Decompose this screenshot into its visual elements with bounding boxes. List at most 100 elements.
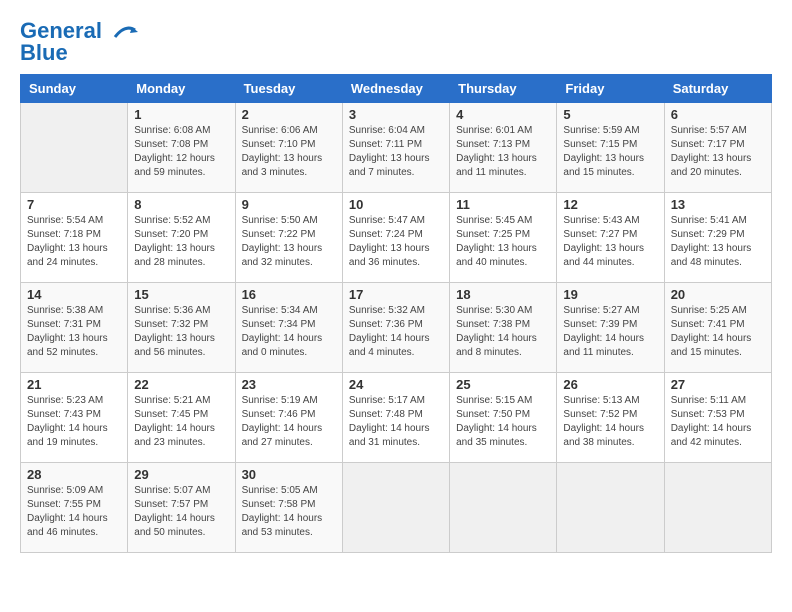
- day-number: 18: [456, 287, 550, 302]
- calendar-table: SundayMondayTuesdayWednesdayThursdayFrid…: [20, 74, 772, 553]
- day-number: 11: [456, 197, 550, 212]
- day-number: 9: [242, 197, 336, 212]
- day-info: Sunrise: 5:50 AM Sunset: 7:22 PM Dayligh…: [242, 214, 336, 270]
- calendar-cell: 15 Sunrise: 5:36 AM Sunset: 7:32 PM Dayli…: [128, 283, 235, 373]
- day-info: Sunrise: 5:45 AM Sunset: 7:25 PM Dayligh…: [456, 214, 550, 270]
- page-header: General Blue: [20, 20, 772, 64]
- calendar-cell: 16Sunrise: 5:34 AM Sunset: 7:34 PM Dayli…: [235, 283, 342, 373]
- calendar-cell: [450, 463, 557, 553]
- day-info: Sunrise: 5:25 AM Sunset: 7:41 PM Dayligh…: [671, 304, 765, 360]
- day-info: Sunrise: 5:13 AM Sunset: 7:52 PM Dayligh…: [563, 394, 657, 450]
- day-number: 17: [349, 287, 443, 302]
- logo-blue: Blue: [20, 40, 68, 65]
- day-number: 19: [563, 287, 657, 302]
- day-number: 15: [134, 287, 228, 302]
- day-number: 29: [134, 467, 228, 482]
- day-number: 28: [27, 467, 121, 482]
- calendar-cell: 7 Sunrise: 5:54 AM Sunset: 7:18 PM Daylig…: [21, 193, 128, 283]
- day-number: 27: [671, 377, 765, 392]
- day-info: Sunrise: 6:01 AM Sunset: 7:13 PM Dayligh…: [456, 124, 550, 180]
- calendar-cell: 29 Sunrise: 5:07 AM Sunset: 7:57 PM Dayli…: [128, 463, 235, 553]
- calendar-cell: 19 Sunrise: 5:27 AM Sunset: 7:39 PM Dayli…: [557, 283, 664, 373]
- day-info: Sunrise: 5:21 AM Sunset: 7:45 PM Dayligh…: [134, 394, 228, 450]
- day-info: Sunrise: 5:19 AM Sunset: 7:46 PM Dayligh…: [242, 394, 336, 450]
- calendar-cell: 3Sunrise: 6:04 AM Sunset: 7:11 PM Daylig…: [342, 103, 449, 193]
- calendar-cell: 6 Sunrise: 5:57 AM Sunset: 7:17 PM Daylig…: [664, 103, 771, 193]
- calendar-cell: 5 Sunrise: 5:59 AM Sunset: 7:15 PM Daylig…: [557, 103, 664, 193]
- day-number: 3: [349, 107, 443, 122]
- day-header-sunday: Sunday: [21, 75, 128, 103]
- day-header-wednesday: Wednesday: [342, 75, 449, 103]
- day-number: 30: [242, 467, 336, 482]
- day-number: 13: [671, 197, 765, 212]
- day-info: Sunrise: 5:09 AM Sunset: 7:55 PM Dayligh…: [27, 484, 121, 540]
- day-info: Sunrise: 5:47 AM Sunset: 7:24 PM Dayligh…: [349, 214, 443, 270]
- calendar-week-1: 1 Sunrise: 6:08 AM Sunset: 7:08 PM Daylig…: [21, 103, 772, 193]
- day-number: 22: [134, 377, 228, 392]
- calendar-cell: 25 Sunrise: 5:15 AM Sunset: 7:50 PM Dayli…: [450, 373, 557, 463]
- calendar-week-2: 7 Sunrise: 5:54 AM Sunset: 7:18 PM Daylig…: [21, 193, 772, 283]
- day-number: 6: [671, 107, 765, 122]
- day-info: Sunrise: 5:05 AM Sunset: 7:58 PM Dayligh…: [242, 484, 336, 540]
- calendar-cell: 21 Sunrise: 5:23 AM Sunset: 7:43 PM Dayli…: [21, 373, 128, 463]
- day-header-saturday: Saturday: [664, 75, 771, 103]
- day-header-tuesday: Tuesday: [235, 75, 342, 103]
- calendar-cell: [664, 463, 771, 553]
- day-header-friday: Friday: [557, 75, 664, 103]
- day-info: Sunrise: 5:07 AM Sunset: 7:57 PM Dayligh…: [134, 484, 228, 540]
- day-info: Sunrise: 6:08 AM Sunset: 7:08 PM Dayligh…: [134, 124, 228, 180]
- calendar-cell: 8Sunrise: 5:52 AM Sunset: 7:20 PM Daylig…: [128, 193, 235, 283]
- day-info: Sunrise: 5:36 AM Sunset: 7:32 PM Dayligh…: [134, 304, 228, 360]
- calendar-cell: 2 Sunrise: 6:06 AM Sunset: 7:10 PM Daylig…: [235, 103, 342, 193]
- calendar-cell: 24 Sunrise: 5:17 AM Sunset: 7:48 PM Dayli…: [342, 373, 449, 463]
- calendar-cell: [557, 463, 664, 553]
- calendar-cell: 30 Sunrise: 5:05 AM Sunset: 7:58 PM Dayli…: [235, 463, 342, 553]
- calendar-cell: 10 Sunrise: 5:47 AM Sunset: 7:24 PM Dayli…: [342, 193, 449, 283]
- day-info: Sunrise: 6:06 AM Sunset: 7:10 PM Dayligh…: [242, 124, 336, 180]
- day-number: 23: [242, 377, 336, 392]
- day-number: 12: [563, 197, 657, 212]
- day-header-thursday: Thursday: [450, 75, 557, 103]
- day-number: 20: [671, 287, 765, 302]
- day-info: Sunrise: 5:57 AM Sunset: 7:17 PM Dayligh…: [671, 124, 765, 180]
- logo-icon: [110, 22, 140, 42]
- day-info: Sunrise: 5:32 AM Sunset: 7:36 PM Dayligh…: [349, 304, 443, 360]
- calendar-cell: 23 Sunrise: 5:19 AM Sunset: 7:46 PM Dayli…: [235, 373, 342, 463]
- calendar-cell: 17 Sunrise: 5:32 AM Sunset: 7:36 PM Dayli…: [342, 283, 449, 373]
- day-number: 5: [563, 107, 657, 122]
- day-number: 2: [242, 107, 336, 122]
- day-info: Sunrise: 5:17 AM Sunset: 7:48 PM Dayligh…: [349, 394, 443, 450]
- calendar-cell: 28 Sunrise: 5:09 AM Sunset: 7:55 PM Dayli…: [21, 463, 128, 553]
- calendar-cell: 4 Sunrise: 6:01 AM Sunset: 7:13 PM Daylig…: [450, 103, 557, 193]
- calendar-cell: 20 Sunrise: 5:25 AM Sunset: 7:41 PM Dayli…: [664, 283, 771, 373]
- day-number: 10: [349, 197, 443, 212]
- calendar-week-3: 14 Sunrise: 5:38 AM Sunset: 7:31 PM Dayli…: [21, 283, 772, 373]
- day-info: Sunrise: 5:59 AM Sunset: 7:15 PM Dayligh…: [563, 124, 657, 180]
- calendar-cell: 9 Sunrise: 5:50 AM Sunset: 7:22 PM Daylig…: [235, 193, 342, 283]
- day-info: Sunrise: 5:15 AM Sunset: 7:50 PM Dayligh…: [456, 394, 550, 450]
- day-number: 1: [134, 107, 228, 122]
- day-info: Sunrise: 5:38 AM Sunset: 7:31 PM Dayligh…: [27, 304, 121, 360]
- calendar-cell: [342, 463, 449, 553]
- calendar-header-row: SundayMondayTuesdayWednesdayThursdayFrid…: [21, 75, 772, 103]
- day-info: Sunrise: 5:11 AM Sunset: 7:53 PM Dayligh…: [671, 394, 765, 450]
- day-number: 4: [456, 107, 550, 122]
- calendar-cell: 11 Sunrise: 5:45 AM Sunset: 7:25 PM Dayli…: [450, 193, 557, 283]
- day-number: 14: [27, 287, 121, 302]
- day-header-monday: Monday: [128, 75, 235, 103]
- day-number: 21: [27, 377, 121, 392]
- calendar-cell: 27 Sunrise: 5:11 AM Sunset: 7:53 PM Dayli…: [664, 373, 771, 463]
- day-info: Sunrise: 5:27 AM Sunset: 7:39 PM Dayligh…: [563, 304, 657, 360]
- day-number: 24: [349, 377, 443, 392]
- day-info: Sunrise: 5:23 AM Sunset: 7:43 PM Dayligh…: [27, 394, 121, 450]
- day-number: 7: [27, 197, 121, 212]
- calendar-cell: 26Sunrise: 5:13 AM Sunset: 7:52 PM Dayli…: [557, 373, 664, 463]
- calendar-cell: 18 Sunrise: 5:30 AM Sunset: 7:38 PM Dayli…: [450, 283, 557, 373]
- day-number: 8: [134, 197, 228, 212]
- calendar-cell: 12Sunrise: 5:43 AM Sunset: 7:27 PM Dayli…: [557, 193, 664, 283]
- day-info: Sunrise: 5:30 AM Sunset: 7:38 PM Dayligh…: [456, 304, 550, 360]
- day-number: 25: [456, 377, 550, 392]
- day-info: Sunrise: 5:41 AM Sunset: 7:29 PM Dayligh…: [671, 214, 765, 270]
- day-info: Sunrise: 5:54 AM Sunset: 7:18 PM Dayligh…: [27, 214, 121, 270]
- calendar-cell: 13 Sunrise: 5:41 AM Sunset: 7:29 PM Dayli…: [664, 193, 771, 283]
